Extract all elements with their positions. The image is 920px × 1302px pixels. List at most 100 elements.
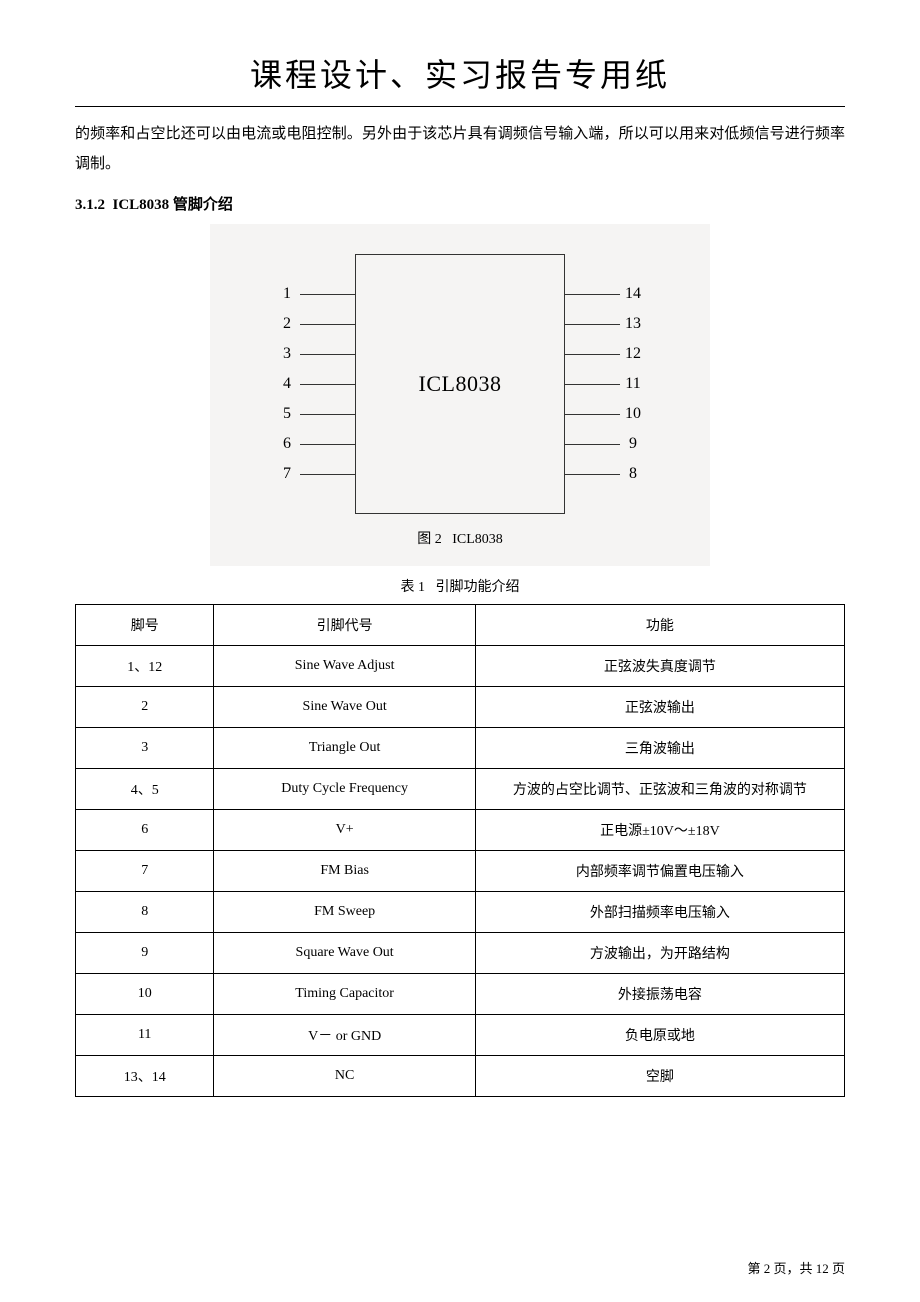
pin-left: 7 (274, 459, 355, 489)
pin-left: 1 (274, 279, 355, 309)
chip-area: 1 2 3 4 5 6 7 ICL8038 14 13 12 11 10 9 8 (210, 254, 710, 514)
cell-code: Duty Cycle Frequency (214, 769, 475, 810)
section-number: 3.1.2 (75, 197, 105, 213)
pin-line-icon (300, 444, 355, 445)
pin-number: 8 (620, 465, 646, 483)
cell-func: 空脚 (475, 1056, 844, 1097)
pin-line-icon (300, 474, 355, 475)
pin-line-icon (300, 384, 355, 385)
cell-pin: 6 (76, 810, 214, 851)
cell-code: FM Sweep (214, 892, 475, 933)
cell-code: Triangle Out (214, 728, 475, 769)
table-row: 7FM Bias内部频率调节偏置电压输入 (76, 851, 845, 892)
figure-caption-text: ICL8038 (452, 532, 503, 547)
table-row: 2Sine Wave Out正弦波输出 (76, 687, 845, 728)
cell-code: Timing Capacitor (214, 974, 475, 1015)
pin-line-icon (565, 414, 620, 415)
page-title: 课程设计、实习报告专用纸 (75, 50, 845, 107)
table-row: 1、12Sine Wave Adjust正弦波失真度调节 (76, 646, 845, 687)
pin-line-icon (300, 354, 355, 355)
cell-code: NC (214, 1056, 475, 1097)
pin-number: 3 (274, 345, 300, 363)
pin-right: 13 (565, 309, 646, 339)
pin-number: 13 (620, 315, 646, 333)
cell-func: 正弦波输出 (475, 687, 844, 728)
pin-number: 10 (620, 405, 646, 423)
cell-func: 外接振荡电容 (475, 974, 844, 1015)
pin-line-icon (565, 294, 620, 295)
cell-pin: 2 (76, 687, 214, 728)
chip-body: ICL8038 (355, 254, 565, 514)
pin-column-right: 14 13 12 11 10 9 8 (565, 279, 646, 489)
cell-code: FM Bias (214, 851, 475, 892)
cell-code: V－ or GND (214, 1015, 475, 1056)
table-caption-text: 引脚功能介绍 (436, 580, 520, 595)
pin-right: 8 (565, 459, 646, 489)
cell-code: V+ (214, 810, 475, 851)
table-row: 8FM Sweep外部扫描频率电压输入 (76, 892, 845, 933)
pin-number: 6 (274, 435, 300, 453)
page-footer: 第 2 页，共 12 页 (747, 1258, 845, 1277)
cell-pin: 7 (76, 851, 214, 892)
pin-column-left: 1 2 3 4 5 6 7 (274, 279, 355, 489)
pin-line-icon (565, 474, 620, 475)
cell-pin: 3 (76, 728, 214, 769)
table-row: 10Timing Capacitor外接振荡电容 (76, 974, 845, 1015)
pin-line-icon (300, 294, 355, 295)
pin-left: 4 (274, 369, 355, 399)
cell-func: 外部扫描频率电压输入 (475, 892, 844, 933)
pin-line-icon (300, 324, 355, 325)
pin-line-icon (565, 354, 620, 355)
pin-right: 11 (565, 369, 646, 399)
th-func: 功能 (475, 605, 844, 646)
pin-right: 12 (565, 339, 646, 369)
pin-number: 2 (274, 315, 300, 333)
cell-pin: 9 (76, 933, 214, 974)
pin-number: 14 (620, 285, 646, 303)
figure-caption-prefix: 图 2 (417, 532, 442, 547)
figure-caption: 图 2 ICL8038 (210, 528, 710, 548)
pin-line-icon (565, 444, 620, 445)
chip-label: ICL8038 (419, 371, 502, 397)
cell-pin: 1、12 (76, 646, 214, 687)
cell-func: 负电原或地 (475, 1015, 844, 1056)
pin-left: 2 (274, 309, 355, 339)
cell-func: 方波的占空比调节、正弦波和三角波的对称调节 (475, 769, 844, 810)
document-page: 课程设计、实习报告专用纸 的频率和占空比还可以由电流或电阻控制。另外由于该芯片具… (0, 0, 920, 1302)
cell-func: 正电源±10V～±18V (475, 810, 844, 851)
pin-right: 14 (565, 279, 646, 309)
table-header-row: 脚号 引脚代号 功能 (76, 605, 845, 646)
cell-pin: 11 (76, 1015, 214, 1056)
th-pin: 脚号 (76, 605, 214, 646)
pin-left: 6 (274, 429, 355, 459)
cell-code: Square Wave Out (214, 933, 475, 974)
th-code: 引脚代号 (214, 605, 475, 646)
cell-func: 内部频率调节偏置电压输入 (475, 851, 844, 892)
pin-right: 9 (565, 429, 646, 459)
pin-left: 5 (274, 399, 355, 429)
pin-number: 9 (620, 435, 646, 453)
cell-func: 正弦波失真度调节 (475, 646, 844, 687)
chip-diagram: 1 2 3 4 5 6 7 ICL8038 14 13 12 11 10 9 8 (210, 224, 710, 566)
table-caption-prefix: 表 1 (401, 580, 426, 595)
table-row: 11V－ or GND负电原或地 (76, 1015, 845, 1056)
cell-func: 三角波输出 (475, 728, 844, 769)
pin-number: 12 (620, 345, 646, 363)
table-caption: 表 1 引脚功能介绍 (75, 576, 845, 596)
pin-number: 11 (620, 375, 646, 393)
cell-pin: 13、14 (76, 1056, 214, 1097)
cell-pin: 4、5 (76, 769, 214, 810)
pin-number: 5 (274, 405, 300, 423)
section-title: ICL8038 管脚介绍 (113, 197, 233, 213)
table-row: 4、5Duty Cycle Frequency方波的占空比调节、正弦波和三角波的… (76, 769, 845, 810)
table-row: 6V+正电源±10V～±18V (76, 810, 845, 851)
cell-code: Sine Wave Adjust (214, 646, 475, 687)
cell-pin: 8 (76, 892, 214, 933)
pin-line-icon (565, 384, 620, 385)
pin-number: 7 (274, 465, 300, 483)
pin-number: 4 (274, 375, 300, 393)
table-row: 9Square Wave Out方波输出，为开路结构 (76, 933, 845, 974)
table-row: 3Triangle Out三角波输出 (76, 728, 845, 769)
pin-function-table: 脚号 引脚代号 功能 1、12Sine Wave Adjust正弦波失真度调节 … (75, 604, 845, 1097)
intro-paragraph: 的频率和占空比还可以由电流或电阻控制。另外由于该芯片具有调频信号输入端，所以可以… (75, 119, 845, 179)
